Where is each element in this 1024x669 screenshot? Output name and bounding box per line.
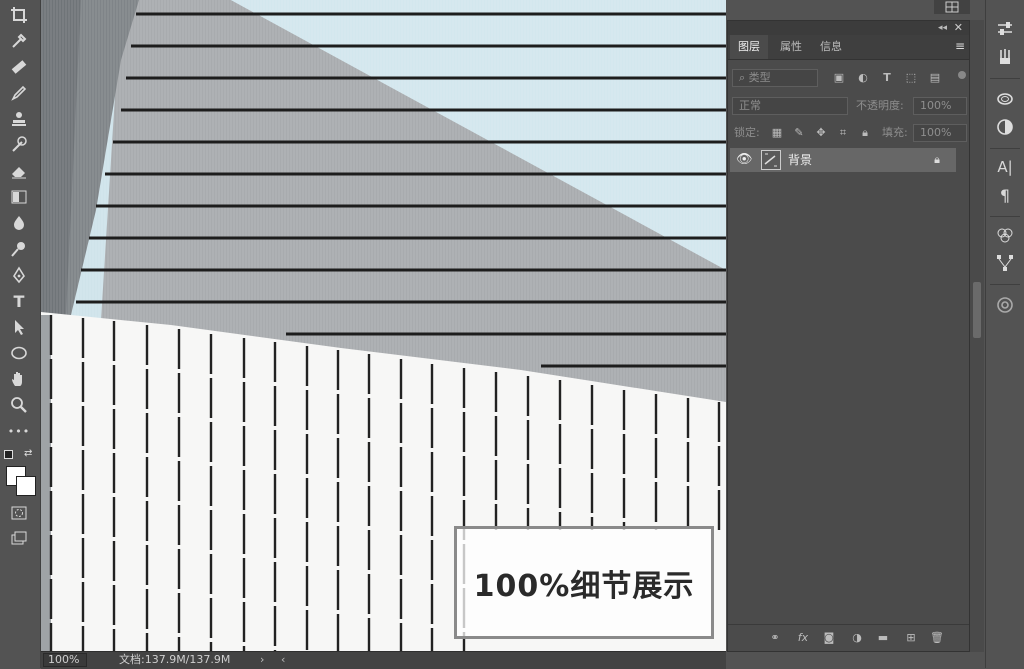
lock-position-icon[interactable]: ✥ xyxy=(814,126,828,140)
dock-separator xyxy=(990,284,1020,285)
color-swatches[interactable]: ⇄ xyxy=(4,448,38,496)
panel-tabs: 图层 属性 信息 ≡ xyxy=(728,35,969,60)
filter-toggle-icon[interactable] xyxy=(958,71,966,79)
tab-layers[interactable]: 图层 xyxy=(730,35,768,59)
healing-brush-icon[interactable] xyxy=(6,56,32,78)
paths-icon[interactable] xyxy=(994,252,1016,274)
lock-artboard-icon[interactable]: ⌗ xyxy=(836,126,850,140)
adjustments-sliders-icon[interactable] xyxy=(994,18,1016,40)
filter-kind-select[interactable]: ⌕ 类型 xyxy=(732,69,818,87)
filter-adjustment-icon[interactable]: ◐ xyxy=(856,71,870,85)
gradient-icon[interactable] xyxy=(6,186,32,208)
close-icon[interactable]: ✕ xyxy=(954,21,963,35)
document-canvas[interactable]: 100%细节展示 xyxy=(41,0,726,651)
panel-menu-icon[interactable]: ≡ xyxy=(955,39,965,53)
background-color-swatch[interactable] xyxy=(16,476,36,496)
link-layers-icon[interactable]: ⚭ xyxy=(768,631,782,645)
opacity-label: 不透明度: xyxy=(856,99,904,112)
default-colors-icon[interactable] xyxy=(4,450,13,459)
tab-info[interactable]: 信息 xyxy=(812,35,850,59)
clone-stamp-icon[interactable] xyxy=(6,108,32,130)
lock-transparent-icon[interactable]: ▦ xyxy=(770,126,784,140)
dock-separator xyxy=(990,148,1020,149)
filter-row: ⌕ 类型 ▣ ◐ T ⬚ ▤ xyxy=(728,67,969,93)
layer-name[interactable]: 背景 xyxy=(788,148,812,172)
ellipse-icon[interactable] xyxy=(6,342,32,364)
collapse-icon[interactable]: ◂◂ xyxy=(938,21,947,35)
blend-mode-select[interactable]: 正常 xyxy=(732,97,848,115)
screen-mode-icon[interactable] xyxy=(6,528,32,550)
eye-icon[interactable]: 👁︎ xyxy=(736,148,753,172)
character-icon[interactable]: A| xyxy=(994,156,1016,178)
adjustment-layer-icon[interactable]: ◑ xyxy=(850,631,864,645)
blend-row: 正常 不透明度: 100% xyxy=(728,95,969,121)
filter-kind-label: 类型 xyxy=(748,71,771,84)
dodge-icon[interactable] xyxy=(6,238,32,260)
layer-row[interactable]: 👁︎ 背景 🔒︎ xyxy=(730,148,956,172)
filter-shape-icon[interactable]: ⬚ xyxy=(904,71,918,85)
detail-badge: 100%细节展示 xyxy=(454,526,714,639)
type-icon[interactable]: T xyxy=(6,290,32,312)
channels-icon[interactable] xyxy=(994,224,1016,246)
brush-icon[interactable] xyxy=(6,82,32,104)
filter-smart-object-icon[interactable]: ▤ xyxy=(928,71,942,85)
status-bar: 100% 文档:137.9M/137.9M › ‹ xyxy=(41,651,726,669)
lock-icon: 🔒︎ xyxy=(934,153,940,166)
eyedropper-icon[interactable] xyxy=(6,30,32,52)
crop-icon[interactable] xyxy=(6,4,32,26)
history-brush-icon[interactable] xyxy=(6,134,32,156)
fx-icon[interactable]: fx xyxy=(796,631,810,645)
new-layer-icon[interactable]: ⊞ xyxy=(904,631,918,645)
scroll-left-arrow[interactable]: ‹ xyxy=(281,653,285,667)
dock-separator xyxy=(990,78,1020,79)
panel-footer: ⚭ fx ◙ ◑ ▬ ⊞ 🗑︎ xyxy=(728,624,969,651)
lock-image-icon[interactable]: ✎ xyxy=(792,126,806,140)
panel-scrollbar[interactable] xyxy=(970,20,984,652)
document-info[interactable]: 文档:137.9M/137.9M xyxy=(119,653,230,667)
quick-mask-icon[interactable] xyxy=(6,502,32,524)
tools-panel: T ••• ⇄ xyxy=(0,0,41,668)
add-mask-icon[interactable]: ◙ xyxy=(822,631,836,645)
panel-header-bar: ◂◂ ✕ xyxy=(728,21,969,35)
swap-colors-icon[interactable]: ⇄ xyxy=(24,448,32,459)
delete-layer-icon[interactable]: 🗑︎ xyxy=(930,631,944,645)
search-icon: ⌕ xyxy=(739,71,749,84)
zoom-field[interactable]: 100% xyxy=(43,653,87,667)
status-menu-arrow[interactable]: › xyxy=(260,653,264,667)
blur-icon[interactable] xyxy=(6,212,32,234)
tab-properties[interactable]: 属性 xyxy=(772,35,810,59)
lock-row: 锁定: ▦ ✎ ✥ ⌗ 🔒︎ 填充: 100% xyxy=(728,122,969,148)
lock-all-icon[interactable]: 🔒︎ xyxy=(858,126,872,140)
path-selection-icon[interactable] xyxy=(6,316,32,338)
adjustments-icon[interactable] xyxy=(994,116,1016,138)
dock-separator xyxy=(990,216,1020,217)
layers-panel: ◂◂ ✕ 图层 属性 信息 ≡ ⌕ 类型 ▣ ◐ T ⬚ ▤ 正常 不透明度: … xyxy=(727,20,970,652)
paragraph-icon[interactable]: ¶ xyxy=(994,184,1016,206)
eraser-icon[interactable] xyxy=(6,160,32,182)
scrollbar-thumb[interactable] xyxy=(973,282,981,338)
new-group-icon[interactable]: ▬ xyxy=(876,631,890,645)
opacity-field[interactable]: 100% xyxy=(913,97,967,115)
zoom-icon[interactable] xyxy=(6,394,32,416)
fill-label: 填充: xyxy=(882,126,908,139)
badge-text: 100%细节展示 xyxy=(473,568,695,604)
pen-icon[interactable] xyxy=(6,264,32,286)
hand-icon[interactable] xyxy=(6,368,32,390)
fill-field[interactable]: 100% xyxy=(913,124,967,142)
more-tools-icon[interactable]: ••• xyxy=(6,420,32,442)
lock-label: 锁定: xyxy=(734,126,760,139)
brush-settings-icon[interactable] xyxy=(994,46,1016,68)
learn-icon[interactable] xyxy=(994,294,1016,316)
filter-type-icon[interactable]: T xyxy=(880,71,894,85)
arrange-documents-button[interactable] xyxy=(934,0,970,14)
right-dock: A| ¶ xyxy=(985,0,1024,668)
filter-pixel-icon[interactable]: ▣ xyxy=(832,71,846,85)
libraries-icon[interactable] xyxy=(994,88,1016,110)
layer-thumbnail xyxy=(761,150,781,170)
